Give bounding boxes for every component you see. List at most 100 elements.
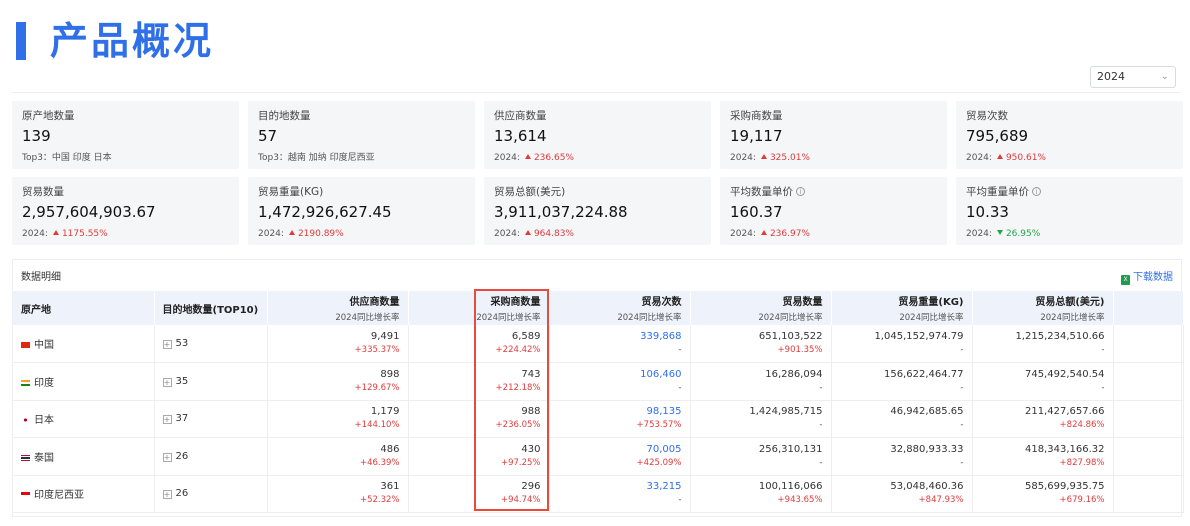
weight-cell: 53,048,460.36 +847.93% xyxy=(831,475,973,513)
column-header-label: 采购商数量 xyxy=(490,297,541,308)
amount-change: - xyxy=(1101,345,1105,355)
amount-change: +679.16% xyxy=(1059,495,1105,506)
trades-value[interactable]: 106,460 xyxy=(558,369,681,380)
dest-count-cell: +35 xyxy=(154,362,268,401)
expand-icon[interactable]: + xyxy=(162,490,172,500)
expand-icon[interactable]: + xyxy=(162,340,172,349)
empty-cell xyxy=(1113,400,1184,438)
trades-value[interactable]: 33,215 xyxy=(558,481,682,492)
stat-value: 2,957,604,903.67 xyxy=(22,203,156,221)
stat-card: 平均重量单价 i 10.33 2024: 26.95% xyxy=(956,177,1183,245)
country-name: 印度尼西亚 xyxy=(34,490,84,502)
column-header[interactable]: 贸易总额(美元) 2024同比增长率 xyxy=(972,291,1114,325)
buyers-cell: 430 +97.25% xyxy=(408,437,550,476)
stat-card: 贸易总额(美元) 3,911,037,224.88 2024: 964.83% xyxy=(484,177,711,245)
stat-sub: 2024: 2190.89% xyxy=(258,227,475,241)
stat-label-text: 贸易次数 xyxy=(966,110,1008,122)
buyers-value: 430 xyxy=(521,443,541,455)
change-value: 964.83% xyxy=(533,229,574,239)
info-icon[interactable]: i xyxy=(796,187,805,196)
year-label: 2024: xyxy=(966,153,992,163)
amount-cell: 1,215,234,510.66 - xyxy=(972,325,1114,363)
title-accent-bar xyxy=(16,22,26,60)
qty-value: 256,310,131 xyxy=(758,443,823,455)
stat-value: 10.33 xyxy=(966,203,1009,221)
qty-cell: 256,310,131 - xyxy=(690,437,832,476)
expand-icon[interactable]: + xyxy=(162,452,172,462)
trades-value[interactable]: 70,005 xyxy=(558,444,682,455)
stat-label-text: 采购商数量 xyxy=(730,110,783,122)
detail-panel: 数据明细 X 下载数据 原产地 目的地数量(TOP10) 供应商数量 2024同比增长率… xyxy=(12,259,1184,517)
amount-cell: 418,343,166.32 +827.98% xyxy=(972,437,1114,476)
amount-change: - xyxy=(1101,382,1105,393)
column-header[interactable]: 贸易数量 2024同比增长率 xyxy=(690,291,832,325)
column-header[interactable]: 目的地数量(TOP10) xyxy=(154,291,268,325)
column-header-label: 贸易次数 xyxy=(641,297,682,308)
amount-change: +824.86% xyxy=(1059,420,1105,431)
thailand-flag-icon xyxy=(21,454,30,461)
stat-value: 57 xyxy=(258,127,278,145)
empty-cell xyxy=(1113,325,1184,363)
header-divider xyxy=(12,92,1180,93)
indonesia-flag-icon xyxy=(21,492,30,499)
year-label: 2024: xyxy=(730,153,756,163)
qty-change: - xyxy=(819,382,823,393)
arrow-down-icon xyxy=(996,230,1003,235)
amount-value: 585,699,935.75 xyxy=(1024,481,1105,493)
column-header-label: 贸易总额(美元) xyxy=(1035,297,1105,308)
table-row: 泰国 +26 486 +46.39% 430 +97.25% 70,005 +425.09% 2… xyxy=(13,437,1184,476)
column-header[interactable]: 采购商数量 2024同比增长率 xyxy=(408,291,550,325)
stat-sub: 2024: 26.95% xyxy=(966,227,1183,241)
expand-icon[interactable]: + xyxy=(162,377,172,387)
column-header[interactable]: 贸易次数 2024同比增长率 xyxy=(549,291,691,325)
column-header[interactable]: 供应商数量 2024同比增长率 xyxy=(267,291,409,325)
change-value: 325.01% xyxy=(769,153,810,163)
stat-label-text: 供应商数量 xyxy=(494,110,547,122)
suppliers-cell: 1,179 +144.10% xyxy=(267,400,409,438)
chevron-down-icon: ⌄ xyxy=(1160,71,1169,82)
country-name: 日本 xyxy=(34,415,54,427)
download-button[interactable]: X 下载数据 xyxy=(1121,268,1173,285)
top3-text: Top3：中国 印度 日本 xyxy=(22,153,112,163)
trades-cell: 33,215 - xyxy=(549,475,691,513)
detail-title: 数据明细 xyxy=(21,272,61,283)
empty-cell xyxy=(1113,362,1184,401)
year-select[interactable]: 2024 ⌄ xyxy=(1090,66,1176,88)
stat-value: 139 xyxy=(22,127,51,145)
year-label: 2024: xyxy=(966,229,992,239)
page-title: 产品概况 xyxy=(50,19,215,63)
buyers-change: +94.74% xyxy=(500,495,541,506)
weight-value: 156,622,464.77 xyxy=(883,368,964,380)
suppliers-change: +46.39% xyxy=(359,457,400,468)
expand-icon[interactable]: + xyxy=(162,415,172,425)
qty-cell: 16,286,094 - xyxy=(690,362,832,401)
trades-value[interactable]: 98,135 xyxy=(558,406,682,417)
column-header[interactable]: 贸易重量(KG) 2024同比增长率 xyxy=(831,291,973,325)
amount-value: 418,343,166.32 xyxy=(1024,443,1105,455)
stat-label: 原产地数量 xyxy=(22,109,239,123)
arrow-up-icon xyxy=(524,230,531,235)
weight-change: - xyxy=(960,457,964,468)
info-icon[interactable]: i xyxy=(1032,187,1041,196)
arrow-up-icon xyxy=(524,154,531,159)
stat-card: 目的地数量 57 Top3：越南 加纳 印度尼西亚 xyxy=(248,101,475,169)
stat-sub: 2024: 964.83% xyxy=(494,227,711,241)
trades-change: +425.09% xyxy=(636,457,682,468)
column-header[interactable]: 原产地 xyxy=(13,291,155,325)
stat-label-text: 平均重量单价 xyxy=(966,186,1029,198)
qty-value: 1,424,985,715 xyxy=(749,406,823,418)
country-cell: 印度尼西亚 xyxy=(13,475,155,513)
qty-value: 100,116,066 xyxy=(758,481,823,493)
suppliers-change: +52.32% xyxy=(359,495,400,506)
dest-count-cell: +26 xyxy=(154,475,268,513)
trades-cell: 339,868 - xyxy=(549,325,691,363)
suppliers-change: +129.67% xyxy=(354,382,400,393)
suppliers-cell: 486 +46.39% xyxy=(267,437,409,476)
trades-value[interactable]: 339,868 xyxy=(558,331,681,342)
column-header-sub: 2024同比增长率 xyxy=(1040,313,1105,323)
country-cell: 印度 xyxy=(13,362,155,401)
weight-cell: 156,622,464.77 - xyxy=(831,362,973,401)
buyers-value: 743 xyxy=(521,368,541,380)
suppliers-cell: 898 +129.67% xyxy=(267,362,409,401)
suppliers-change: +144.10% xyxy=(354,420,400,431)
